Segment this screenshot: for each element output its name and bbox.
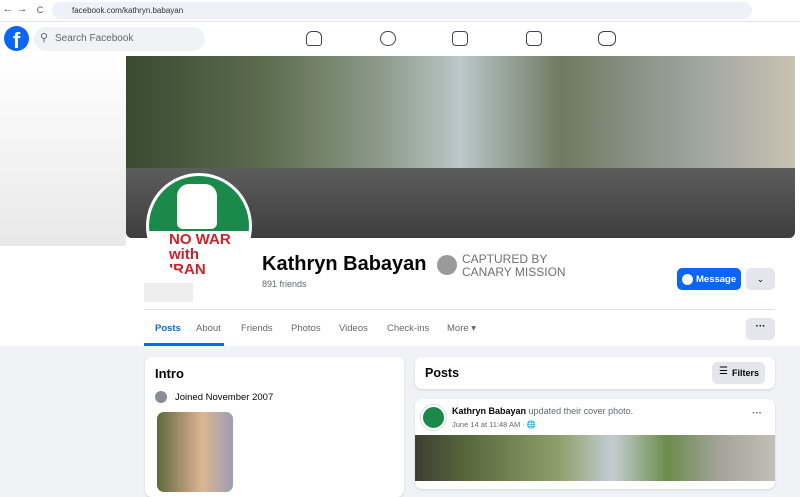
post-header: Kathryn Babayan updated their cover phot… <box>452 406 633 416</box>
avatar-logo-text: NO WAR with IRAN <box>169 231 231 278</box>
profile-name: Kathryn Babayan <box>262 253 427 275</box>
tab-posts[interactable]: Posts <box>155 323 181 334</box>
sliders-icon: ☰ <box>719 366 728 377</box>
divider <box>144 309 775 310</box>
hand-icon <box>177 184 217 229</box>
search-icon: ⚲ <box>40 32 49 44</box>
facebook-logo[interactable]: f <box>4 26 29 51</box>
redacted-block <box>144 283 193 302</box>
tab-friends[interactable]: Friends <box>241 323 273 334</box>
posts-title: Posts <box>425 366 460 380</box>
friends-icon[interactable] <box>380 31 396 46</box>
messenger-icon <box>682 274 693 285</box>
gaming-icon[interactable] <box>598 31 616 46</box>
active-tab-indicator <box>144 343 224 346</box>
profile-picture[interactable]: NO WAR with IRAN <box>146 173 252 279</box>
watermark-line-2: CANARY MISSION <box>462 265 566 279</box>
watermark: CAPTURED BY CANARY MISSION <box>462 253 566 279</box>
tab-videos[interactable]: Videos <box>339 323 368 334</box>
post-options-button[interactable]: ··· <box>752 408 762 419</box>
friends-count[interactable]: 891 friends <box>262 279 307 289</box>
forward-button[interactable]: → <box>15 3 29 15</box>
tab-photos[interactable]: Photos <box>291 323 321 334</box>
post-action: updated their cover photo. <box>528 406 634 416</box>
marketplace-icon[interactable] <box>526 31 542 46</box>
post-author-avatar[interactable] <box>421 405 446 430</box>
video-icon[interactable] <box>452 31 468 46</box>
intro-title: Intro <box>155 366 184 381</box>
more-options-button[interactable]: ··· <box>746 318 775 340</box>
tab-more[interactable]: More ▾ <box>447 323 476 334</box>
tab-check-ins[interactable]: Check-ins <box>387 323 429 334</box>
clock-icon <box>155 391 167 403</box>
joined-date: Joined November 2007 <box>175 392 274 403</box>
search-input[interactable]: Search Facebook <box>34 27 205 51</box>
back-button[interactable]: ← <box>1 3 15 15</box>
post-author[interactable]: Kathryn Babayan <box>452 406 526 416</box>
profile-dropdown-button[interactable]: ⌄ <box>746 268 775 290</box>
post-image[interactable] <box>415 435 775 481</box>
canary-mission-logo-icon <box>437 255 457 275</box>
address-bar[interactable]: facebook.com/kathryn.babayan <box>52 2 752 19</box>
post-timestamp[interactable]: June 14 at 11:48 AM · 🌐 <box>452 420 536 429</box>
background-fade <box>0 56 126 246</box>
reload-button[interactable]: C <box>33 5 47 15</box>
home-icon[interactable] <box>306 31 322 46</box>
tab-about[interactable]: About <box>196 323 221 334</box>
featured-photo[interactable] <box>157 412 233 492</box>
